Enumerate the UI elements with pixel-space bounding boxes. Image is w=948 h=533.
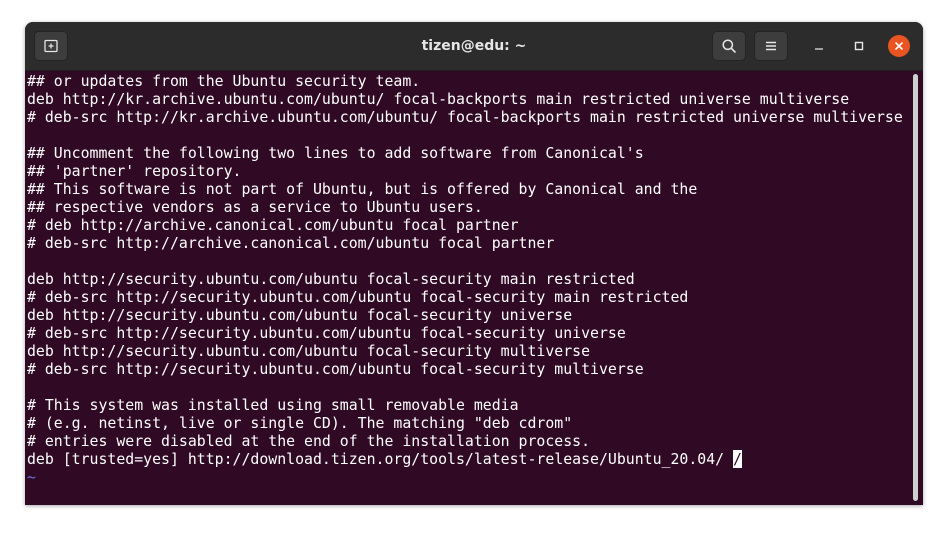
terminal-line: # deb-src http://security.ubuntu.com/ubu…: [27, 324, 626, 342]
terminal-line-text: deb [trusted=yes] http://download.tizen.…: [27, 450, 733, 468]
terminal-line: # deb-src http://kr.archive.ubuntu.com/u…: [27, 108, 903, 126]
terminal-line: # deb http://archive.canonical.com/ubunt…: [27, 216, 519, 234]
minimize-icon: [815, 48, 823, 50]
scrollbar[interactable]: [913, 74, 918, 501]
hamburger-menu-icon: [766, 41, 776, 51]
terminal-line: # deb-src http://archive.canonical.com/u…: [27, 234, 555, 252]
terminal-line: ## This software is not part of Ubuntu, …: [27, 180, 698, 198]
terminal-line: # This system was installed using small …: [27, 396, 519, 414]
search-button[interactable]: [712, 31, 746, 61]
title-bar: tizen@edu: ~: [25, 22, 923, 71]
search-icon: [722, 39, 736, 53]
empty-line-marker: ~: [27, 468, 36, 486]
terminal-line: ## or updates from the Ubuntu security t…: [27, 72, 421, 90]
terminal-line: ## Uncomment the following two lines to …: [27, 144, 644, 162]
terminal-line: # deb-src http://security.ubuntu.com/ubu…: [27, 360, 644, 378]
terminal-line: ## respective vendors as a service to Ub…: [27, 198, 483, 216]
close-button[interactable]: [888, 35, 910, 57]
minimize-button[interactable]: [808, 35, 830, 57]
terminal-window: tizen@edu: ~ ## or updates from the Ubun…: [25, 22, 923, 505]
maximize-button[interactable]: [848, 35, 870, 57]
terminal-line: deb http://security.ubuntu.com/ubuntu fo…: [27, 342, 591, 360]
text-cursor: /: [733, 450, 742, 468]
terminal-line: # deb-src http://security.ubuntu.com/ubu…: [27, 288, 689, 306]
window-title: tizen@edu: ~: [421, 38, 527, 54]
terminal-line: # entries were disabled at the end of th…: [27, 432, 591, 450]
close-icon: [895, 42, 903, 50]
terminal-line: deb http://kr.archive.ubuntu.com/ubuntu/…: [27, 90, 850, 108]
terminal-line: deb http://security.ubuntu.com/ubuntu fo…: [27, 306, 573, 324]
menu-button[interactable]: [754, 31, 788, 61]
terminal-line: ## 'partner' repository.: [27, 162, 242, 180]
terminal-cursor-line: deb [trusted=yes] http://download.tizen.…: [27, 450, 911, 468]
terminal-line: # (e.g. netinst, live or single CD). The…: [27, 414, 573, 432]
terminal-line: deb http://security.ubuntu.com/ubuntu fo…: [27, 270, 635, 288]
maximize-icon: [854, 41, 864, 51]
terminal-content[interactable]: ## or updates from the Ubuntu security t…: [27, 72, 911, 505]
